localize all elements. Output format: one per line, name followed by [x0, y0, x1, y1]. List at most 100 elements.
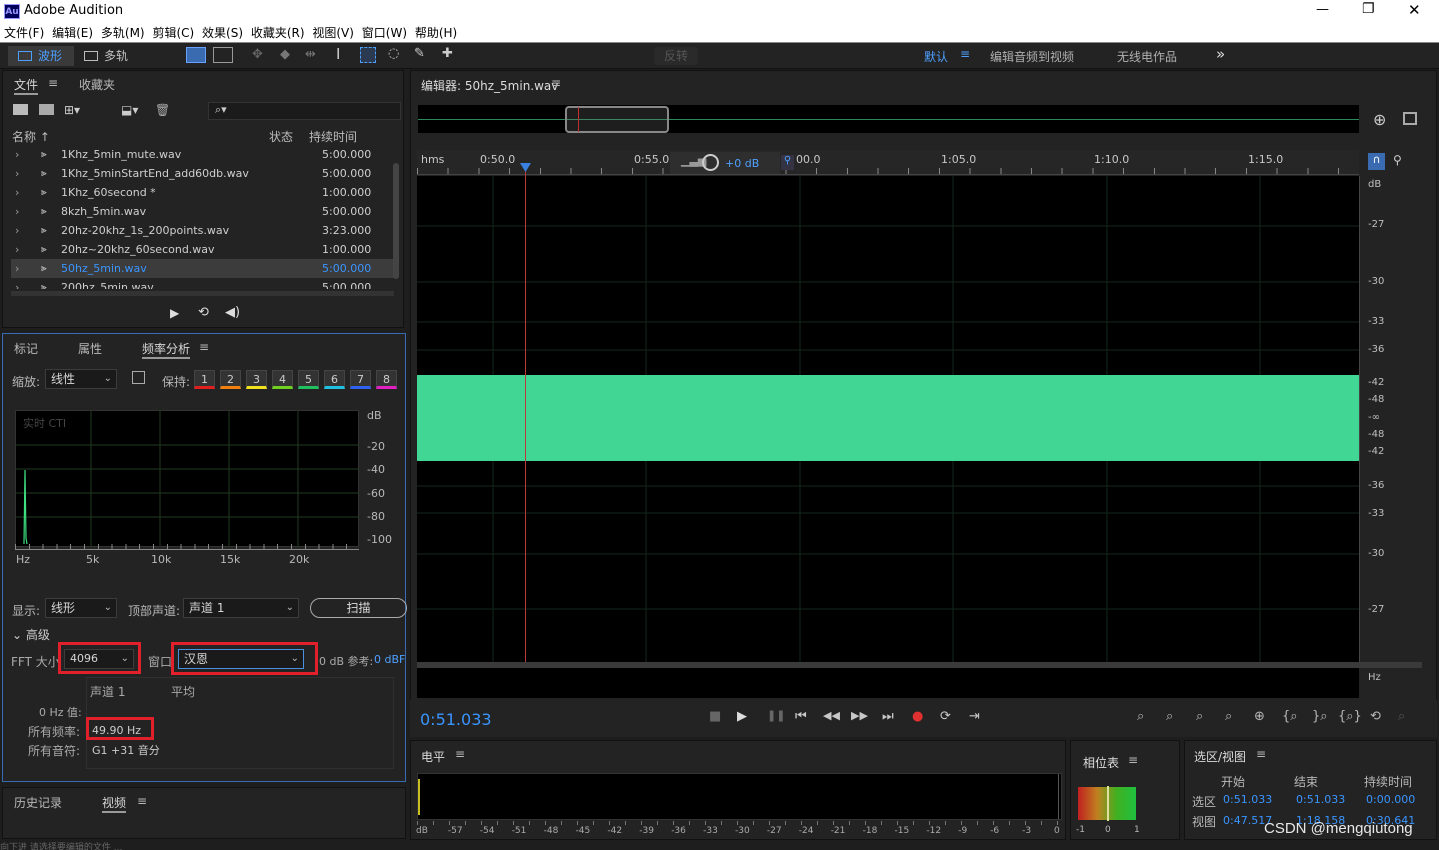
- tab-frequency-analysis[interactable]: 频率分析: [142, 340, 191, 359]
- fast-forward-button[interactable]: ▶▶: [851, 709, 868, 722]
- close-button[interactable]: ✕: [1408, 1, 1421, 19]
- hold-button-6[interactable]: 6: [324, 370, 345, 389]
- delete-icon[interactable]: 🗑: [155, 103, 170, 117]
- marquee-tool-icon[interactable]: [360, 47, 376, 63]
- zoom-in-point-icon[interactable]: {⌕: [1282, 709, 1298, 724]
- menu-edit[interactable]: 编辑(E): [52, 24, 93, 42]
- top-channel-dropdown[interactable]: 声道 1 ⌄: [183, 598, 299, 618]
- lasso-tool-icon[interactable]: ◌: [388, 46, 399, 61]
- menu-file[interactable]: 文件(F): [4, 24, 44, 42]
- current-time[interactable]: 0:51.033: [420, 710, 492, 729]
- razor-tool-icon[interactable]: ◆: [280, 47, 290, 62]
- reverse-button[interactable]: 反转: [654, 47, 698, 65]
- rewind-button[interactable]: ◀◀: [823, 709, 840, 722]
- hold-button-8[interactable]: 8: [376, 370, 397, 389]
- advanced-toggle[interactable]: ⌄ 高级: [12, 626, 50, 643]
- show-hud-icon[interactable]: [1403, 112, 1417, 125]
- file-row[interactable]: › ⫸ 8kzh_5min.wav 5:00.000: [11, 202, 394, 221]
- zoom-out-time-icon[interactable]: ⌕: [1225, 709, 1232, 724]
- tab-history[interactable]: 历史记录: [14, 794, 62, 811]
- pin-scale-icon[interactable]: ⚲: [1393, 153, 1402, 167]
- playhead-line[interactable]: [525, 170, 526, 698]
- file-row[interactable]: › ⫸ 1Khz_60second * 1:00.000: [11, 183, 394, 202]
- import-icon[interactable]: [39, 104, 54, 115]
- zoom-out-point-icon[interactable]: }⌕: [1312, 709, 1328, 724]
- menu-view[interactable]: 视图(V): [312, 24, 354, 42]
- file-row-selected[interactable]: › ⫸ 50hz_5min.wav 5:00.000: [11, 259, 394, 278]
- zoom-reset-icon[interactable]: ⟲: [1370, 709, 1381, 724]
- insert-icon[interactable]: ⬓▾: [121, 103, 138, 117]
- selection-duration[interactable]: 0:00.000: [1366, 793, 1415, 806]
- hold-button-1[interactable]: 1: [194, 370, 215, 389]
- panel-menu-icon[interactable]: ≡: [551, 76, 561, 90]
- preview-loop-icon[interactable]: ⟲: [198, 305, 209, 320]
- search-field[interactable]: ⌕▾: [208, 102, 401, 120]
- gain-knob-icon[interactable]: [702, 154, 719, 171]
- preview-play-icon[interactable]: ▶: [170, 306, 179, 320]
- file-row[interactable]: › ⫸ 20hz-20khz_1s_200points.wav 3:23.000: [11, 221, 394, 240]
- record-button[interactable]: ●: [912, 709, 923, 724]
- zoom-in-time-icon[interactable]: ⌕: [1196, 709, 1203, 724]
- panel-menu-icon[interactable]: ≡: [1256, 747, 1266, 761]
- stop-button[interactable]: ■: [709, 709, 721, 724]
- move-tool-icon[interactable]: ✥: [252, 47, 263, 62]
- workspace-radio[interactable]: 无线电作品: [1117, 48, 1177, 65]
- col-duration[interactable]: 持续时间: [309, 128, 357, 145]
- selection-end[interactable]: 0:51.033: [1296, 793, 1345, 806]
- go-end-button[interactable]: ⏭: [882, 709, 894, 724]
- maximize-button[interactable]: ❐: [1362, 1, 1375, 17]
- more-workspaces-icon[interactable]: »: [1216, 45, 1225, 63]
- multitrack-view-button[interactable]: 多轨: [84, 46, 144, 66]
- headphone-icon[interactable]: ∩: [1368, 153, 1385, 170]
- selection-start[interactable]: 0:51.033: [1223, 793, 1272, 806]
- scan-button[interactable]: 扫描: [310, 598, 407, 618]
- workspace-edit-video[interactable]: 编辑音频到视频: [990, 48, 1074, 65]
- waveform-body[interactable]: [417, 375, 1359, 461]
- copy-icon[interactable]: [132, 371, 145, 384]
- skip-button[interactable]: ⇥: [969, 709, 980, 724]
- brush-tool-icon[interactable]: ✎: [414, 46, 425, 61]
- gain-value[interactable]: +0 dB: [725, 157, 759, 170]
- tab-files[interactable]: 文件: [14, 76, 39, 95]
- tab-properties[interactable]: 属性: [78, 340, 102, 357]
- hold-button-4[interactable]: 4: [272, 370, 293, 389]
- display-dropdown[interactable]: 线形 ⌄: [45, 598, 117, 618]
- hold-button-2[interactable]: 2: [220, 370, 241, 389]
- spectral-display-icon[interactable]: [186, 47, 206, 63]
- file-list-scrollbar[interactable]: [393, 163, 399, 279]
- col-name[interactable]: 名称 ↑: [12, 128, 50, 145]
- slip-tool-icon[interactable]: ⇹: [305, 47, 316, 62]
- panel-menu-icon[interactable]: ≡: [48, 76, 58, 90]
- open-file-icon[interactable]: [13, 104, 28, 115]
- panel-menu-icon[interactable]: ≡: [199, 340, 209, 354]
- overview-viewport[interactable]: [565, 106, 669, 133]
- h-scrollbar[interactable]: [11, 291, 394, 296]
- menu-window[interactable]: 窗口(W): [362, 24, 407, 42]
- workspace-default[interactable]: 默认: [924, 48, 948, 65]
- panel-menu-icon[interactable]: ≡: [1128, 753, 1138, 767]
- pause-button[interactable]: ❚❚: [767, 709, 785, 722]
- menu-clip[interactable]: 剪辑(C): [152, 24, 194, 42]
- tab-markers[interactable]: 标记: [14, 340, 38, 357]
- time-selection-tool-icon[interactable]: I: [336, 45, 340, 63]
- go-start-button[interactable]: ⏮: [795, 709, 807, 724]
- file-row[interactable]: › ⫸ 20hz~20khz_60second.wav 1:00.000: [11, 240, 394, 259]
- hold-button-3[interactable]: 3: [246, 370, 267, 389]
- panel-menu-icon[interactable]: ≡: [137, 794, 147, 808]
- minimize-button[interactable]: —: [1316, 2, 1329, 17]
- file-row[interactable]: › ⫸ 1Khz_5min_mute.wav 5:00.000: [11, 145, 394, 164]
- pin-icon[interactable]: ⚲: [781, 155, 794, 170]
- tab-favorites[interactable]: 收藏夹: [79, 76, 115, 93]
- hold-button-7[interactable]: 7: [350, 370, 371, 389]
- col-status[interactable]: 状态: [269, 128, 293, 145]
- zoom-selection-icon[interactable]: {⌕}: [1338, 709, 1362, 724]
- preview-volume-icon[interactable]: ◀): [225, 305, 240, 320]
- menu-multitrack[interactable]: 多轨(M): [101, 24, 145, 42]
- zoom-dropdown[interactable]: 线性 ⌄: [45, 369, 117, 389]
- new-file-icon[interactable]: ⊞▾: [64, 103, 80, 117]
- loop-button[interactable]: ⟳: [940, 709, 951, 724]
- panel-menu-icon[interactable]: ≡: [455, 747, 465, 761]
- menu-favorites[interactable]: 收藏夹(R): [251, 24, 305, 42]
- zoom-full-icon[interactable]: ⊕: [1254, 709, 1265, 724]
- menu-help[interactable]: 帮助(H): [415, 24, 457, 42]
